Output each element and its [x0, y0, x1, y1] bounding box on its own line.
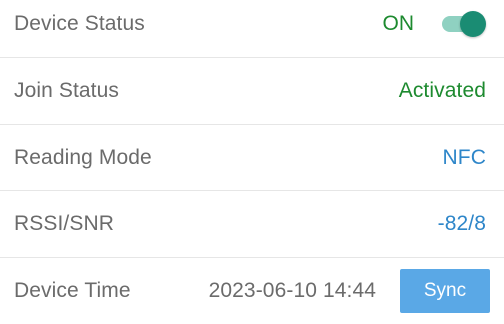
- join-status-label: Join Status: [14, 79, 119, 102]
- reading-mode-label: Reading Mode: [14, 146, 152, 169]
- toggle-thumb: [460, 11, 486, 37]
- device-settings-list: Device Status ON Join Status Activated R…: [0, 0, 504, 316]
- rssi-snr-label: RSSI/SNR: [14, 212, 114, 235]
- rssi-snr-row: RSSI/SNR -82/8: [0, 191, 504, 257]
- reading-mode-value[interactable]: NFC: [443, 146, 486, 170]
- device-time-label: Device Time: [14, 279, 131, 302]
- device-status-toggle[interactable]: [438, 11, 486, 37]
- join-status-value: Activated: [398, 79, 486, 102]
- device-status-control: ON: [382, 11, 486, 37]
- device-time-row: Device Time 2023-06-10 14:44 Sync: [0, 258, 504, 324]
- join-status-row: Join Status Activated: [0, 58, 504, 124]
- device-status-value: ON: [382, 12, 415, 35]
- device-time-control: 2023-06-10 14:44 Sync: [209, 269, 490, 313]
- sync-button[interactable]: Sync: [400, 269, 490, 313]
- device-time-value: 2023-06-10 14:44: [208, 279, 376, 302]
- device-status-label: Device Status: [14, 12, 145, 35]
- device-status-row: Device Status ON: [0, 0, 504, 57]
- rssi-snr-value: -82/8: [437, 212, 486, 235]
- reading-mode-row[interactable]: Reading Mode NFC: [0, 125, 504, 191]
